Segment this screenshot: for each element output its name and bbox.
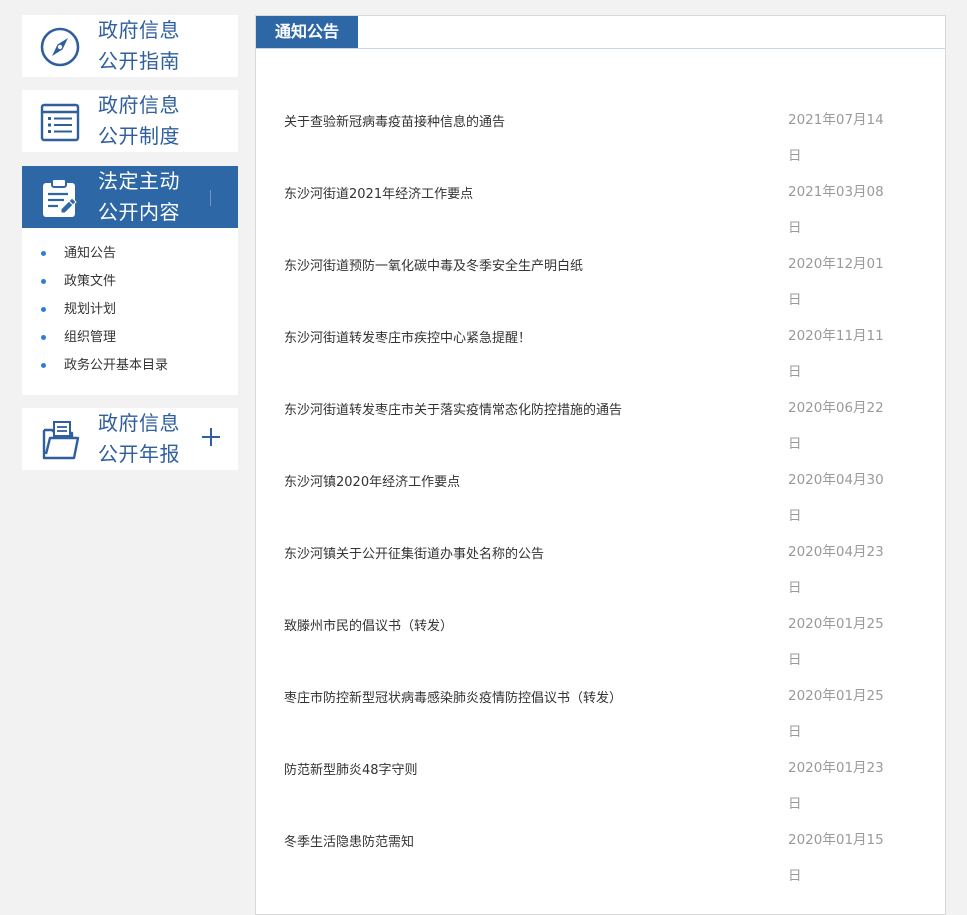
submenu-item-label: 政务公开基本目录 — [64, 358, 169, 373]
notice-link[interactable]: 东沙河街道转发枣庄市关于落实疫情常态化防控措施的通告 — [284, 399, 622, 418]
notice-date: 2020年01月25日 — [788, 616, 884, 668]
submenu-item-notices[interactable]: 通知公告 — [22, 240, 238, 268]
sidebar-item-system-label: 政府信息 公开制度 — [98, 90, 208, 152]
notice-date: 2020年11月11日 — [788, 328, 884, 380]
list-item: 防范新型肺炎48字守则 2020年01月23日 — [284, 750, 924, 822]
sidebar-submenu: 通知公告 政策文件 规划计划 组织管理 政务公开基本目录 — [22, 228, 238, 395]
bullet-icon — [41, 279, 46, 284]
notice-link[interactable]: 东沙河街道预防一氧化碳中毒及冬季安全生产明白纸 — [284, 255, 583, 274]
list-item: 东沙河镇2020年经济工作要点 2020年04月30日 — [284, 462, 924, 534]
list-item: 东沙河街道转发枣庄市疾控中心紧急提醒！ 2020年11月11日 — [284, 318, 924, 390]
notice-date: 2020年01月15日 — [788, 832, 884, 884]
notice-link[interactable]: 东沙河镇关于公开征集街道办事处名称的公告 — [284, 543, 544, 562]
notice-link[interactable]: 东沙河街道转发枣庄市疾控中心紧急提醒！ — [284, 327, 531, 346]
main-header: 通知公告 — [256, 16, 945, 49]
main-panel: 通知公告 关于查验新冠病毒疫苗接种信息的通告 2021年07月14日 东沙河街道… — [255, 15, 946, 915]
list-item: 致滕州市民的倡议书（转发） 2020年01月25日 — [284, 606, 924, 678]
content-label-line2: 公开内容 — [98, 200, 180, 224]
sidebar-item-system[interactable]: 政府信息 公开制度 — [22, 90, 238, 152]
notice-date: 2021年03月08日 — [788, 184, 884, 236]
notice-link[interactable]: 冬季生活隐患防范需知 — [284, 831, 414, 850]
bullet-icon — [41, 363, 46, 368]
sidebar-item-guide-label: 政府信息 公开指南 — [98, 15, 208, 77]
sidebar: 政府信息 公开指南 政府信息 公开制度 法定主动 公开内容 通知公告 政策文件 … — [22, 15, 238, 470]
notice-date: 2020年01月25日 — [788, 688, 884, 740]
sidebar-item-content-label: 法定主动 公开内容 — [98, 166, 208, 228]
list-item: 关于查验新冠病毒疫苗接种信息的通告 2021年07月14日 — [284, 102, 924, 174]
submenu-item-plans[interactable]: 规划计划 — [22, 296, 238, 324]
notice-date: 2020年12月01日 — [788, 256, 884, 308]
submenu-item-catalog[interactable]: 政务公开基本目录 — [22, 352, 238, 380]
notice-list: 关于查验新冠病毒疫苗接种信息的通告 2021年07月14日 东沙河街道2021年… — [284, 102, 924, 894]
folder-document-icon — [38, 418, 82, 462]
list-item: 枣庄市防控新型冠状病毒感染肺炎疫情防控倡议书（转发） 2020年01月25日 — [284, 678, 924, 750]
sidebar-item-annual-label: 政府信息 公开年报 — [98, 408, 208, 470]
submenu-item-label: 组织管理 — [64, 330, 117, 345]
notice-date: 2020年01月23日 — [788, 760, 884, 812]
notice-link[interactable]: 枣庄市防控新型冠状病毒感染肺炎疫情防控倡议书（转发） — [284, 687, 622, 706]
list-item: 东沙河街道2021年经济工作要点 2021年03月08日 — [284, 174, 924, 246]
submenu-item-label: 规划计划 — [64, 302, 117, 317]
sidebar-item-annual[interactable]: 政府信息 公开年报 — [22, 408, 238, 470]
notice-link[interactable]: 防范新型肺炎48字守则 — [284, 759, 418, 778]
divider — [210, 190, 211, 206]
clipboard-edit-icon — [38, 176, 82, 220]
submenu-item-organization[interactable]: 组织管理 — [22, 324, 238, 352]
submenu-item-label: 通知公告 — [64, 246, 117, 261]
annual-label-line2: 公开年报 — [98, 442, 180, 466]
submenu-item-policies[interactable]: 政策文件 — [22, 268, 238, 296]
list-item: 东沙河街道转发枣庄市关于落实疫情常态化防控措施的通告 2020年06月22日 — [284, 390, 924, 462]
plus-icon[interactable] — [200, 426, 222, 448]
list-item: 东沙河街道预防一氧化碳中毒及冬季安全生产明白纸 2020年12月01日 — [284, 246, 924, 318]
bullet-icon — [41, 251, 46, 256]
document-list-icon — [38, 100, 82, 144]
guide-label-line2: 公开指南 — [98, 49, 180, 73]
list-item: 东沙河镇关于公开征集街道办事处名称的公告 2020年04月23日 — [284, 534, 924, 606]
tab-notices[interactable]: 通知公告 — [256, 16, 358, 48]
list-item: 冬季生活隐患防范需知 2020年01月15日 — [284, 822, 924, 894]
content-label-line1: 法定主动 — [98, 169, 180, 193]
annual-label-line1: 政府信息 — [98, 411, 180, 435]
notice-link[interactable]: 东沙河街道2021年经济工作要点 — [284, 183, 473, 202]
notice-link[interactable]: 东沙河镇2020年经济工作要点 — [284, 471, 460, 490]
notice-date: 2021年07月14日 — [788, 112, 884, 164]
bullet-icon — [41, 335, 46, 340]
system-label-line2: 公开制度 — [98, 124, 180, 148]
sidebar-item-content[interactable]: 法定主动 公开内容 — [22, 166, 238, 228]
notice-date: 2020年06月22日 — [788, 400, 884, 452]
notice-date: 2020年04月23日 — [788, 544, 884, 596]
sidebar-item-guide[interactable]: 政府信息 公开指南 — [22, 15, 238, 77]
compass-icon — [38, 25, 82, 69]
notice-link[interactable]: 关于查验新冠病毒疫苗接种信息的通告 — [284, 111, 505, 130]
guide-label-line1: 政府信息 — [98, 18, 180, 42]
bullet-icon — [41, 307, 46, 312]
system-label-line1: 政府信息 — [98, 93, 180, 117]
submenu-item-label: 政策文件 — [64, 274, 117, 289]
notice-link[interactable]: 致滕州市民的倡议书（转发） — [284, 615, 453, 634]
notice-date: 2020年04月30日 — [788, 472, 884, 524]
